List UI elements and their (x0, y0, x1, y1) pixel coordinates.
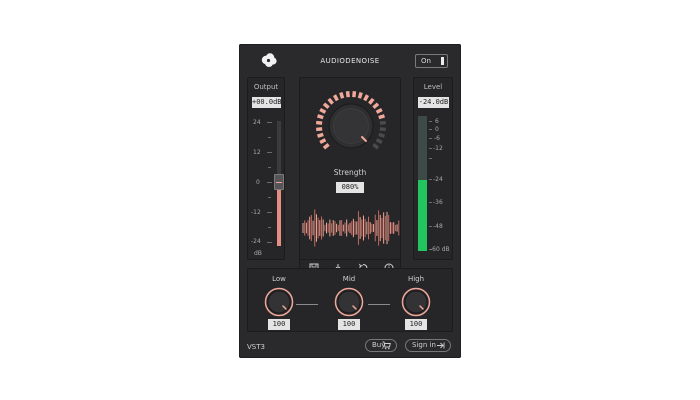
waveform-display (302, 209, 400, 247)
level-label: Level (423, 83, 443, 91)
output-tick-label: 0 (256, 179, 260, 186)
strength-ring-segment (372, 102, 380, 109)
output-label: Output (253, 83, 279, 91)
level-meter-fill (418, 180, 427, 251)
strength-knob[interactable] (311, 86, 391, 166)
output-tick-label: 24 (253, 119, 261, 126)
level-tick-label: -6 (434, 135, 440, 142)
output-unit-label: dB (254, 250, 262, 257)
strength-ring-segment (327, 97, 334, 105)
strength-ring-segment (339, 91, 345, 99)
level-tick-label: -24 (433, 176, 443, 183)
output-panel: Output +00.0dB 24 12 0 -12 -24 dB (247, 77, 285, 260)
buy-button[interactable]: Buy (365, 339, 397, 352)
strength-ring-segment (352, 90, 357, 98)
strength-ring-segment (372, 143, 380, 150)
plugin-header: AUDIODENOISE On (239, 44, 461, 76)
output-readout[interactable]: +00.0dB (252, 97, 282, 108)
level-tick-label: -12 (433, 145, 443, 152)
band-label: High (407, 275, 425, 283)
strength-ring-segment (375, 107, 383, 114)
high-knob[interactable] (401, 287, 431, 317)
level-meter (418, 116, 427, 251)
strength-readout[interactable]: 080% (336, 182, 364, 193)
high-readout[interactable]: 100 (405, 319, 427, 330)
strength-ring-segment (345, 90, 350, 98)
strength-label: Strength (333, 168, 367, 177)
level-tick-label: -48 (433, 223, 443, 230)
mid-readout[interactable]: 100 (338, 319, 360, 330)
power-toggle-thumb (441, 57, 444, 65)
band-label: Mid (342, 275, 356, 283)
strength-ring-segment (379, 127, 387, 132)
band-mid: Mid 100 (333, 269, 373, 333)
level-tick-label: 0 (435, 126, 439, 133)
plugin-format-label: VST3 (247, 343, 265, 351)
level-tick-label: -60 dB (430, 246, 450, 253)
strength-ring-segment (378, 114, 386, 120)
band-label: Low (272, 275, 286, 283)
level-tick-label: 6 (435, 118, 439, 125)
strength-ring-segment (316, 114, 324, 120)
sign-in-button[interactable]: Sign in (405, 339, 451, 352)
output-tick-label: -12 (251, 209, 261, 216)
strength-ring-segment (375, 138, 383, 145)
strength-ring-segment (357, 91, 363, 99)
level-panel: Level -24.0dB 6 0 -6 -12 -24 -36 -48 -60… (413, 77, 453, 260)
low-readout[interactable]: 100 (268, 319, 290, 330)
power-toggle[interactable]: On (415, 54, 448, 68)
strength-ring-segment (315, 120, 323, 125)
power-toggle-label: On (421, 57, 431, 65)
eq-panel: Low 100 Mid 100 High 100 (247, 268, 453, 332)
strength-ring-segment (319, 138, 327, 145)
strength-panel: Strength 080% (299, 77, 401, 290)
strength-ring-segment (363, 94, 370, 102)
strength-ring-segment (379, 120, 387, 125)
output-fader-fill (277, 184, 281, 246)
plugin-window: AUDIODENOISE On Output +00.0dB 24 12 0 -… (239, 44, 461, 358)
sign-in-button-label: Sign in (412, 341, 436, 349)
output-tick-label: 12 (253, 149, 261, 156)
output-fader-handle[interactable] (274, 174, 284, 190)
strength-ring-segment (319, 107, 327, 114)
band-high: High 100 (400, 269, 440, 333)
strength-ring-segment (332, 94, 339, 102)
low-knob[interactable] (264, 287, 294, 317)
strength-ring-segment (368, 97, 375, 105)
strength-ring-segment (322, 143, 330, 150)
strength-ring-segment (316, 132, 324, 138)
strength-ring-segment (322, 102, 330, 109)
output-tick-label: -24 (251, 238, 261, 245)
arrow-right-icon (437, 342, 445, 349)
mid-knob[interactable] (334, 287, 364, 317)
cart-icon (382, 341, 391, 350)
strength-ring-segment (315, 127, 323, 132)
strength-ring-segment (378, 132, 386, 138)
band-low: Low 100 (263, 269, 303, 333)
level-tick-label: -36 (433, 199, 443, 206)
level-readout[interactable]: -24.0dB (418, 97, 449, 108)
